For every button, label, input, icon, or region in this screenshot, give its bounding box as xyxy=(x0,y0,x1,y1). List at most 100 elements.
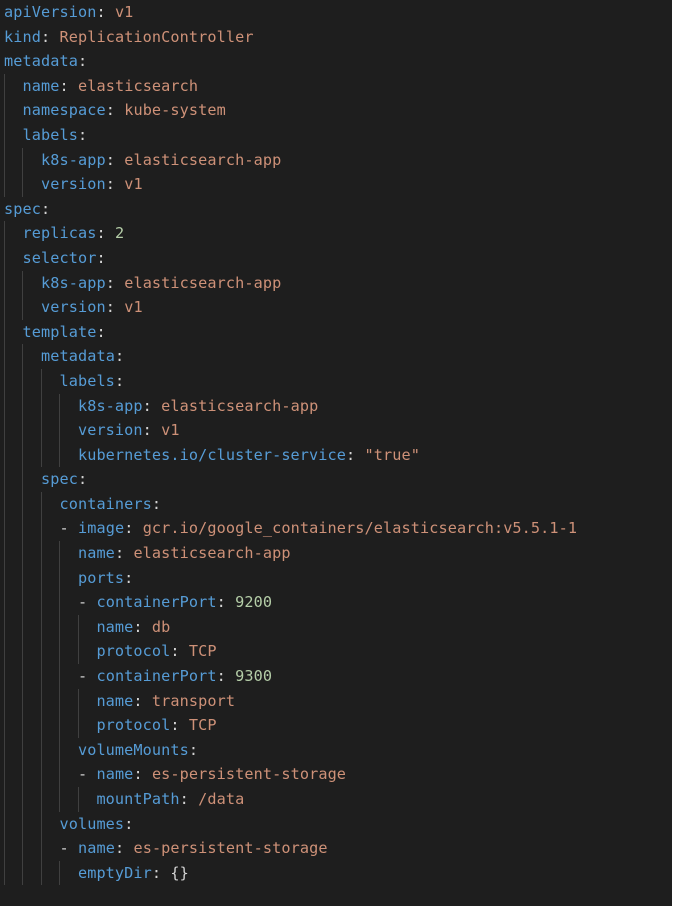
colon: : xyxy=(40,27,51,46)
indent-guide xyxy=(22,516,24,542)
indent-guide xyxy=(59,664,61,689)
indent-guide xyxy=(4,614,5,640)
yaml-value: v1 xyxy=(124,298,143,317)
yaml-key: k8s-app xyxy=(40,273,106,292)
code-line: template: xyxy=(4,319,672,345)
colon: : xyxy=(96,322,106,341)
indent-guide xyxy=(59,565,61,591)
indent-guide xyxy=(4,221,5,246)
yaml-value: 2 xyxy=(114,224,125,243)
indent-guide xyxy=(4,467,5,492)
indent-guide xyxy=(40,516,42,542)
indent-guide xyxy=(40,787,42,812)
yaml-value: gcr.io/google_containers/elasticsearch:v… xyxy=(142,519,578,538)
indent-guide xyxy=(22,811,24,837)
colon: : xyxy=(142,396,152,415)
list-dash: - xyxy=(59,519,78,538)
code-line: version: v1 xyxy=(4,172,672,197)
indent-guide xyxy=(77,614,79,640)
indent-guide xyxy=(4,762,5,787)
indent-guide xyxy=(40,565,42,591)
indent-guide xyxy=(22,393,24,419)
indent-guide xyxy=(77,787,79,812)
code-line: labels: xyxy=(4,122,672,148)
yaml-value: "true" xyxy=(364,445,420,464)
yaml-value: /data xyxy=(198,790,245,808)
colon: : xyxy=(105,150,115,169)
indent-guide xyxy=(40,590,42,615)
indent-guide xyxy=(22,737,24,763)
colon: : xyxy=(77,470,88,489)
indent-guide xyxy=(4,541,5,566)
indent-guide xyxy=(22,860,24,886)
yaml-value: elasticsearch-app xyxy=(161,396,319,415)
indent-guide xyxy=(40,491,42,517)
code-line: volumeMounts: xyxy=(4,737,672,763)
indent-guide xyxy=(22,491,24,517)
yaml-key: name xyxy=(96,617,134,636)
code-line: - containerPort: 9200 xyxy=(4,590,672,615)
colon: : xyxy=(105,101,115,120)
colon: : xyxy=(151,494,162,513)
indent-guide xyxy=(4,73,5,99)
code-line: version: v1 xyxy=(4,418,672,443)
indent-guide xyxy=(4,565,5,591)
yaml-value: {} xyxy=(170,863,189,882)
yaml-value: 9200 xyxy=(235,593,273,612)
indent-guide xyxy=(4,295,5,320)
indent-guide xyxy=(4,368,5,394)
indent-guide xyxy=(40,639,42,665)
colon: : xyxy=(188,740,199,759)
colon: : xyxy=(151,863,162,882)
code-line: kubernetes.io/cluster-service: "true" xyxy=(4,442,672,468)
indent-guide xyxy=(4,442,5,468)
indent-guide xyxy=(59,639,61,665)
indent-guide xyxy=(22,418,24,443)
colon: : xyxy=(124,814,134,833)
indent-guide xyxy=(40,368,42,394)
yaml-key: labels xyxy=(22,125,78,144)
indent-guide xyxy=(22,614,24,640)
code-line: version: v1 xyxy=(4,295,672,320)
yaml-key: kubernetes.io/cluster-service xyxy=(77,445,347,464)
yaml-value: kube-system xyxy=(124,101,226,120)
yaml-value: v1 xyxy=(161,421,180,440)
colon: : xyxy=(170,642,180,661)
code-line: metadata: xyxy=(4,344,672,369)
indent-guide xyxy=(40,836,42,861)
code-editor[interactable]: apiVersion: v1 kind: ReplicationControlle… xyxy=(0,0,672,906)
indent-guide xyxy=(59,418,61,443)
indent-guide xyxy=(40,614,42,640)
indent-guide xyxy=(40,737,42,763)
yaml-key: emptyDir xyxy=(77,863,152,882)
code-line: protocol: TCP xyxy=(4,713,672,738)
code-line: name: elasticsearch xyxy=(4,73,672,99)
code-line: metadata: xyxy=(4,49,672,74)
code-line: k8s-app: elasticsearch-app xyxy=(4,270,672,296)
colon: : xyxy=(133,617,143,636)
code-line: labels: xyxy=(4,368,672,394)
colon: : xyxy=(77,125,88,144)
indent-guide xyxy=(22,541,24,566)
indent-guide xyxy=(4,713,5,738)
yaml-key: containerPort xyxy=(96,667,217,686)
yaml-key: metadata xyxy=(40,347,115,366)
indent-guide xyxy=(22,344,24,369)
indent-guide xyxy=(40,762,42,787)
indent-guide xyxy=(4,516,5,542)
